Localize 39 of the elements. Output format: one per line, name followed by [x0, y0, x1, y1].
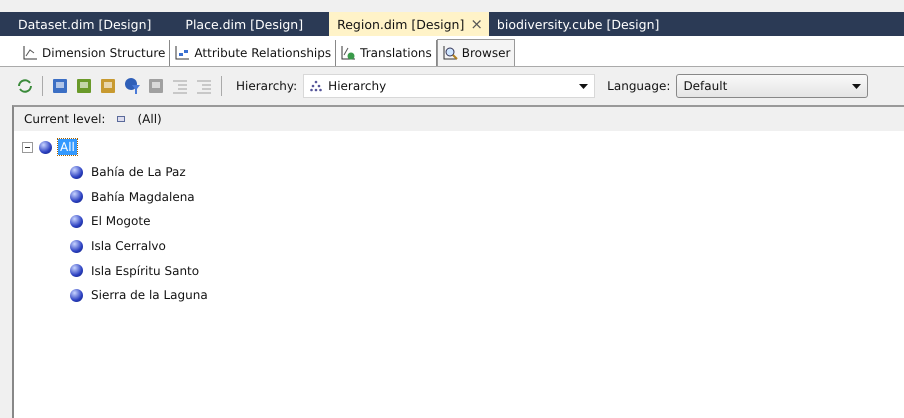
language-dropdown[interactable]: Default [676, 74, 868, 98]
chart-icon [174, 45, 190, 61]
toolbar-icon[interactable] [99, 77, 117, 95]
magnifier-icon [442, 45, 458, 61]
tree-item[interactable]: Sierra de la Laguna [89, 287, 210, 304]
tree-item[interactable]: Isla Cerralvo [89, 238, 168, 254]
document-tab[interactable]: Dataset.dim [Design] [10, 12, 164, 36]
hierarchy-dropdown[interactable]: Hierarchy [303, 74, 596, 98]
document-tab[interactable]: Place.dim [Design] [177, 12, 316, 36]
member-icon [70, 166, 83, 179]
current-level-label: Current level: [24, 112, 106, 126]
document-tab[interactable]: biodiversity.cube [Design] [488, 12, 672, 36]
view-tab[interactable]: Browser [436, 39, 516, 66]
member-icon [39, 140, 52, 154]
dropdown-arrow-icon [852, 84, 862, 88]
hierarchy-icon [310, 80, 322, 92]
view-tab[interactable]: Dimension Structure [18, 40, 170, 66]
collapse-icon[interactable] [22, 142, 33, 153]
view-tab[interactable]: Attribute Relationships [170, 40, 336, 66]
document-tab[interactable]: Region.dim [Design] × [329, 12, 489, 36]
level-icon [117, 116, 126, 122]
filter-icon[interactable] [123, 77, 141, 95]
member-icon [70, 264, 83, 278]
member-icon [70, 214, 83, 228]
member-icon [70, 288, 83, 302]
hierarchy-label: Hierarchy: [236, 79, 298, 93]
tree-item[interactable]: Bahía de La Paz [89, 164, 188, 180]
tree-item[interactable]: El Mogote [89, 213, 152, 230]
language-label: Language: [607, 79, 670, 93]
dropdown-arrow-icon [579, 84, 588, 88]
current-level-value: (All) [137, 112, 162, 126]
globe-chart-icon [340, 45, 356, 61]
close-icon[interactable]: × [470, 15, 483, 33]
tree-item[interactable]: Isla Espíritu Santo [89, 262, 202, 279]
member-icon [70, 190, 83, 204]
toolbar-icon[interactable] [51, 77, 69, 95]
tree-item[interactable]: Bahía Magdalena [89, 188, 197, 205]
member-icon [70, 240, 83, 253]
chart-icon [22, 45, 38, 61]
